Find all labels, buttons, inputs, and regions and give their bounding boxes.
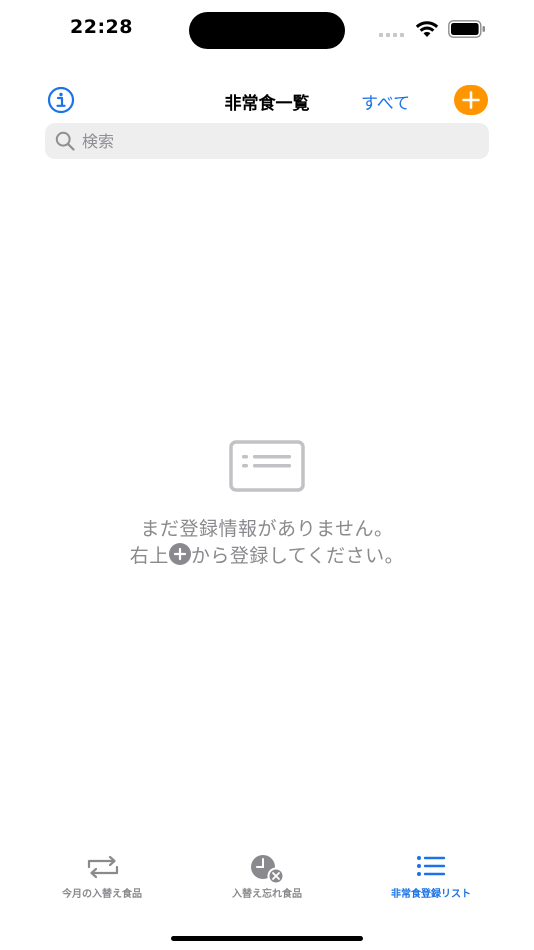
tab-registration-list[interactable]: 非常食登録リスト: [381, 850, 481, 902]
clock-x-icon: [251, 855, 285, 884]
status-bar: 22:28: [0, 0, 534, 60]
empty-list-icon: [229, 440, 305, 492]
search-bar[interactable]: [45, 123, 489, 159]
arrows-swap-icon: [87, 855, 119, 879]
dynamic-island: [189, 12, 345, 49]
list-icon: [417, 856, 446, 876]
empty-message-line2: 右上 から登録してください。: [0, 541, 534, 568]
status-time: 22:28: [70, 16, 133, 38]
tab-label: 入替え忘れ食品: [232, 889, 302, 900]
tab-this-month-replace[interactable]: 今月の入替え食品: [52, 850, 152, 902]
tab-forgotten-replace[interactable]: 入替え忘れ食品: [217, 850, 317, 902]
add-button[interactable]: [454, 85, 488, 115]
empty-message-line1: まだ登録情報がありません。: [140, 518, 394, 540]
search-input[interactable]: [82, 123, 477, 159]
navigation-bar: 非常食一覧 すべて: [0, 80, 534, 120]
cellular-signal-icon: [379, 33, 407, 37]
wifi-icon: [415, 21, 439, 37]
tab-label: 今月の入替え食品: [62, 889, 142, 900]
battery-icon: [448, 20, 485, 38]
empty-message-suffix: から登録してください。: [190, 545, 405, 567]
tab-label: 非常食登録リスト: [391, 889, 471, 900]
tab-bar: 今月の入替え食品 入替え忘れ食品 非常食登録リスト: [0, 850, 534, 910]
search-icon: [55, 131, 75, 151]
empty-message-prefix: 右上: [129, 545, 169, 567]
inline-plus-icon: [168, 543, 191, 565]
plus-icon: [462, 91, 480, 109]
home-indicator: [171, 936, 363, 941]
show-all-button[interactable]: すべて: [361, 89, 410, 114]
